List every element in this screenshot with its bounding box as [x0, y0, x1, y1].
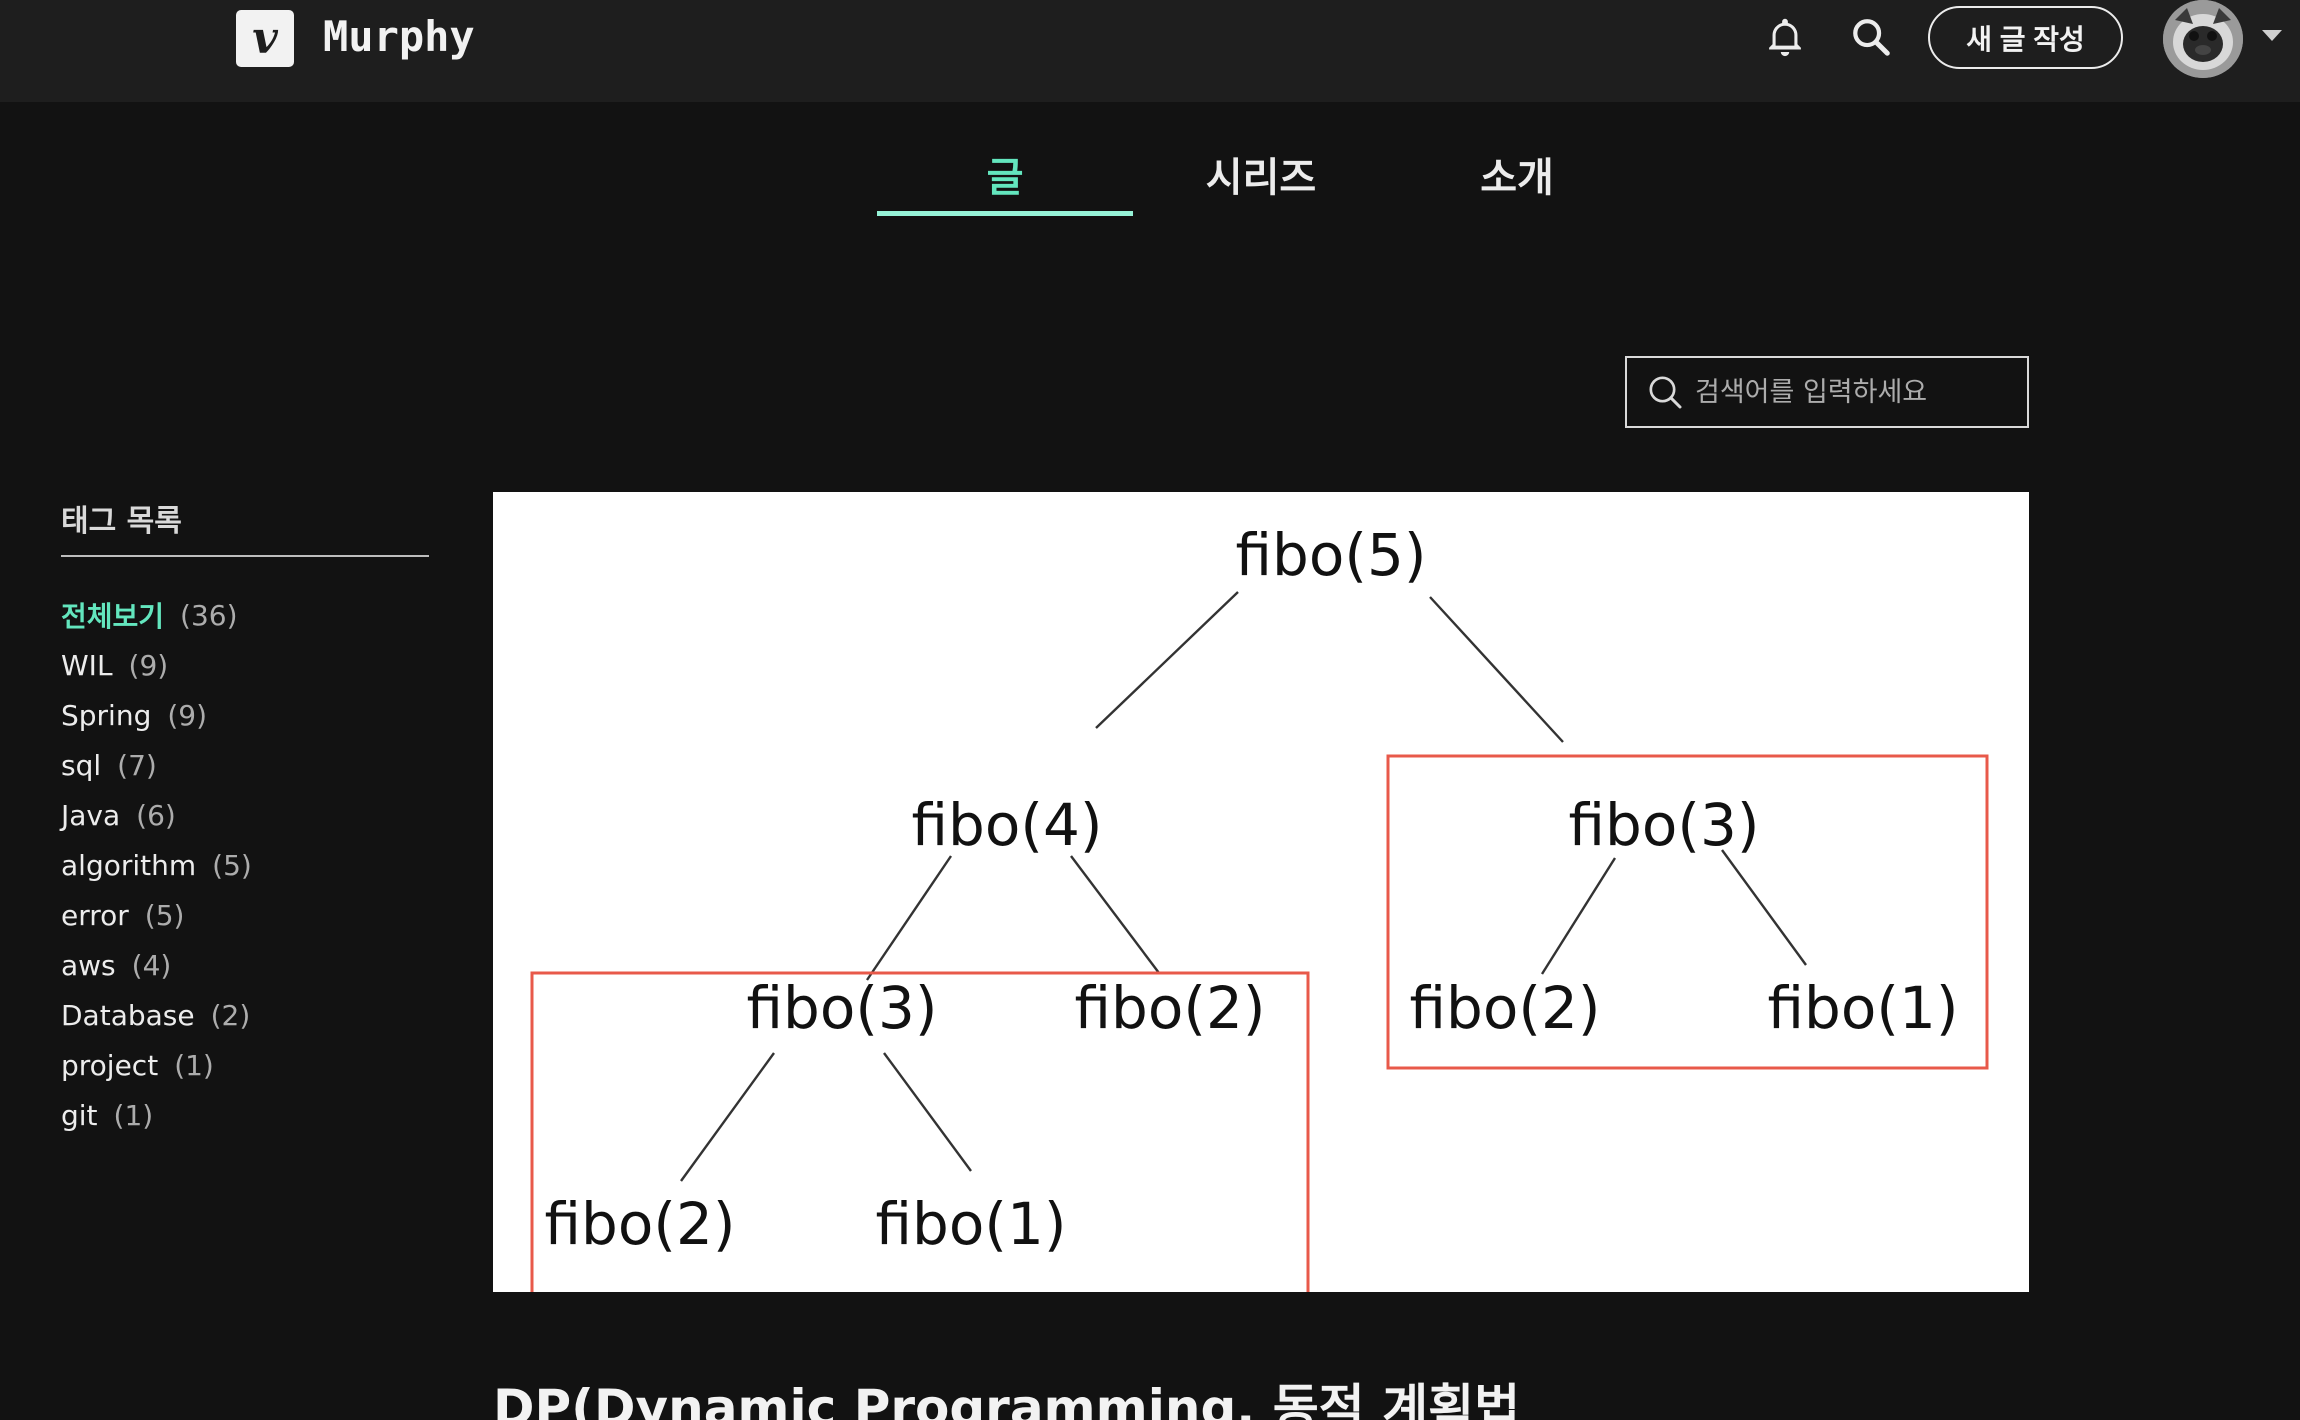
- tab-series[interactable]: 시리즈: [1133, 130, 1389, 218]
- tag-item-error[interactable]: error (5): [61, 890, 252, 940]
- node-root: fibo(5): [1236, 521, 1427, 589]
- post-thumbnail[interactable]: fibo(5) fibo(4) fibo(3) fibo(3) fibo(2) …: [493, 492, 2029, 1292]
- search-icon[interactable]: [1848, 14, 1894, 60]
- search-icon: [1649, 376, 1682, 409]
- tag-list-title: 태그 목록: [61, 504, 182, 539]
- edge: [1540, 857, 1617, 975]
- tag-item-wil[interactable]: WIL (9): [61, 640, 252, 690]
- tag-item-sql[interactable]: sql (7): [61, 740, 252, 790]
- tag-item-java[interactable]: Java (6): [61, 790, 252, 840]
- edge: [1070, 855, 1160, 974]
- avatar[interactable]: [2163, 0, 2243, 78]
- edge: [883, 1052, 972, 1172]
- bell-icon[interactable]: [1762, 14, 1808, 60]
- active-tab-indicator: [877, 211, 1133, 216]
- tag-item-project[interactable]: project (1): [61, 1040, 252, 1090]
- node-rr: fibo(1): [1768, 974, 1959, 1042]
- node-llr: fibo(1): [876, 1190, 1067, 1258]
- velog-logo[interactable]: v: [236, 10, 294, 67]
- tab-posts[interactable]: 글: [877, 130, 1133, 218]
- edge: [1095, 591, 1239, 729]
- top-header: v Murphy 새 글 작성: [0, 0, 2300, 102]
- blog-name[interactable]: Murphy: [323, 12, 475, 61]
- tag-item-all[interactable]: 전체보기 (36): [61, 590, 252, 640]
- node-r: fibo(3): [1569, 791, 1760, 859]
- tag-list: 전체보기 (36) WIL (9) Spring (9) sql (7) Java (6)…: [61, 590, 252, 1140]
- edge: [1721, 849, 1807, 966]
- tag-item-git[interactable]: git (1): [61, 1090, 252, 1140]
- edge: [1429, 596, 1564, 743]
- tag-item-aws[interactable]: aws (4): [61, 940, 252, 990]
- node-ll: fibo(3): [747, 974, 938, 1042]
- tag-item-database[interactable]: Database (2): [61, 990, 252, 1040]
- node-l: fibo(4): [912, 791, 1103, 859]
- node-lll: fibo(2): [545, 1190, 736, 1258]
- post-search-box[interactable]: [1625, 356, 2029, 428]
- node-lr: fibo(2): [1075, 974, 1266, 1042]
- caret-down-icon[interactable]: [2262, 30, 2282, 41]
- node-rl: fibo(2): [1410, 974, 1601, 1042]
- new-post-button[interactable]: 새 글 작성: [1928, 6, 2123, 69]
- edge: [680, 1052, 775, 1182]
- search-input[interactable]: [1695, 376, 2015, 408]
- tag-divider: [61, 555, 429, 557]
- tag-item-algorithm[interactable]: algorithm (5): [61, 840, 252, 890]
- post-title[interactable]: DP(Dynamic Programming, 동적 계획법: [493, 1368, 1520, 1420]
- tree-edges: [680, 591, 1807, 1182]
- fibonacci-tree-diagram: fibo(5) fibo(4) fibo(3) fibo(3) fibo(2) …: [530, 521, 1989, 1292]
- tab-about[interactable]: 소개: [1389, 130, 1645, 218]
- edge: [866, 855, 952, 981]
- tag-item-spring[interactable]: Spring (9): [61, 690, 252, 740]
